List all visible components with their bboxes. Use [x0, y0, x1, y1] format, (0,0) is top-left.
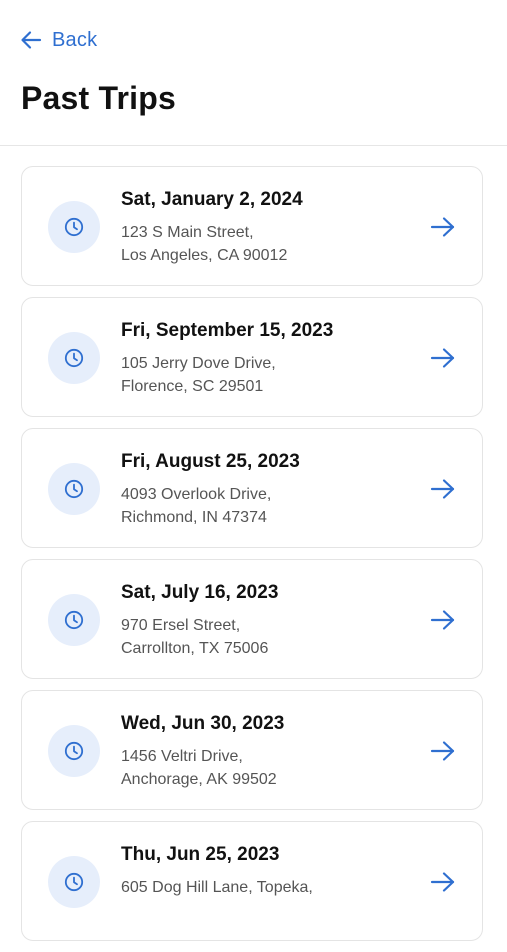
trip-address-line1: 123 S Main Street, — [121, 224, 254, 241]
trip-address-line1: 4093 Overlook Drive, — [121, 486, 272, 503]
trip-card[interactable]: Thu, Jun 25, 2023 605 Dog Hill Lane, Top… — [21, 821, 483, 941]
arrow-right-icon[interactable] — [430, 477, 456, 501]
arrow-right-icon[interactable] — [430, 608, 456, 632]
clock-icon — [48, 463, 100, 515]
trip-card[interactable]: Fri, August 25, 2023 4093 Overlook Drive… — [21, 428, 483, 548]
trip-date: Fri, September 15, 2023 — [121, 320, 334, 341]
trip-address: 4093 Overlook Drive, Richmond, IN 47374 — [121, 483, 381, 529]
trip-date: Sat, July 16, 2023 — [121, 582, 279, 603]
arrow-right-icon[interactable] — [430, 739, 456, 763]
page-title: Past Trips — [21, 80, 176, 116]
trip-card[interactable]: Wed, Jun 30, 2023 1456 Veltri Drive, Anc… — [21, 690, 483, 810]
trip-date: Thu, Jun 25, 2023 — [121, 844, 280, 865]
trip-address: 105 Jerry Dove Drive, Florence, SC 29501 — [121, 352, 381, 398]
trip-address-line2: Los Angeles, CA 90012 — [121, 247, 288, 264]
trip-address-line2: Florence, SC 29501 — [121, 378, 264, 395]
trip-address: 970 Ersel Street, Carrollton, TX 75006 — [121, 614, 381, 660]
clock-icon — [48, 725, 100, 777]
trip-address: 605 Dog Hill Lane, Topeka, — [121, 876, 381, 899]
page-header: Back Past Trips — [0, 0, 507, 146]
back-button[interactable]: Back — [20, 26, 97, 54]
trip-address-line2: Carrollton, TX 75006 — [121, 640, 269, 657]
trip-card[interactable]: Sat, July 16, 2023 970 Ersel Street, Car… — [21, 559, 483, 679]
trip-card[interactable]: Fri, September 15, 2023 105 Jerry Dove D… — [21, 297, 483, 417]
clock-icon — [48, 594, 100, 646]
trip-address-line1: 1456 Veltri Drive, — [121, 748, 243, 765]
trip-date: Sat, January 2, 2024 — [121, 189, 303, 210]
trip-date: Fri, August 25, 2023 — [121, 451, 300, 472]
clock-icon — [48, 201, 100, 253]
trip-address-line1: 105 Jerry Dove Drive, — [121, 355, 276, 372]
trip-address-line1: 605 Dog Hill Lane, Topeka, — [121, 879, 313, 896]
arrow-right-icon[interactable] — [430, 215, 456, 239]
trip-address: 123 S Main Street, Los Angeles, CA 90012 — [121, 221, 381, 267]
arrow-right-icon[interactable] — [430, 870, 456, 894]
trip-address: 1456 Veltri Drive, Anchorage, AK 99502 — [121, 745, 381, 791]
trip-address-line2: Richmond, IN 47374 — [121, 509, 267, 526]
trip-date: Wed, Jun 30, 2023 — [121, 713, 285, 734]
arrow-right-icon[interactable] — [430, 346, 456, 370]
clock-icon — [48, 332, 100, 384]
clock-icon — [48, 856, 100, 908]
trip-card[interactable]: Sat, January 2, 2024 123 S Main Street, … — [21, 166, 483, 286]
arrow-left-icon — [21, 31, 42, 49]
back-label: Back — [52, 28, 98, 51]
trips-list: Sat, January 2, 2024 123 S Main Street, … — [21, 166, 483, 952]
trip-address-line2: Anchorage, AK 99502 — [121, 771, 277, 788]
trip-address-line1: 970 Ersel Street, — [121, 617, 241, 634]
